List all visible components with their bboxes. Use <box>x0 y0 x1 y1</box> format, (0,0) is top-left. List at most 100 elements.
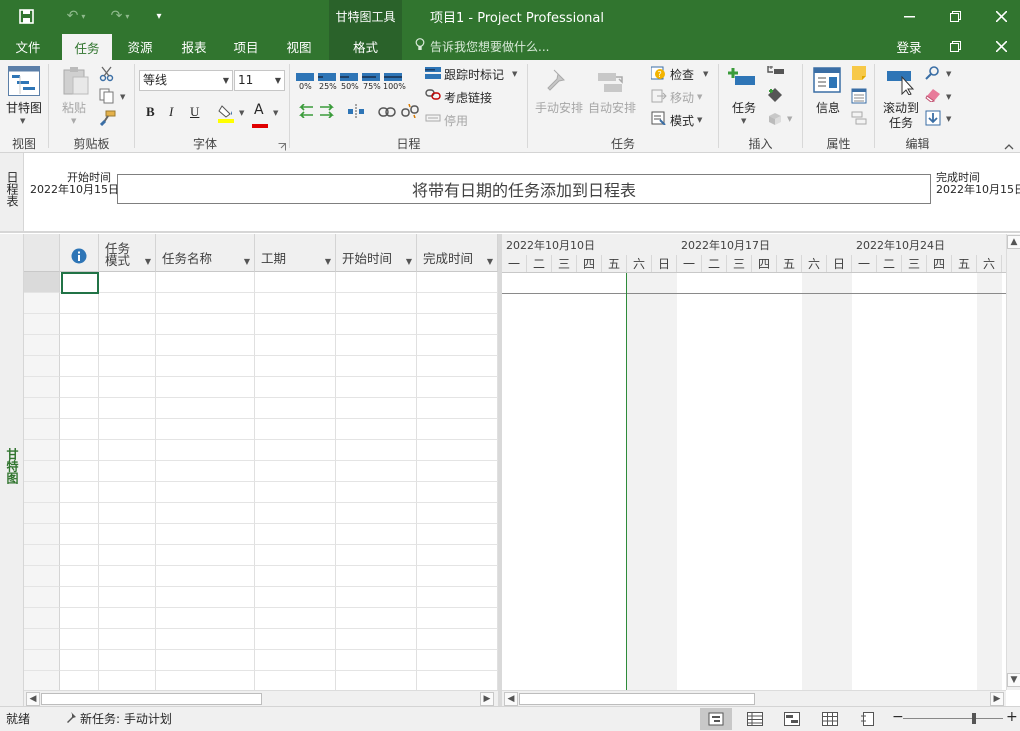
row-header[interactable] <box>24 419 60 440</box>
add-to-timeline-icon[interactable] <box>851 110 867 129</box>
table-cell[interactable] <box>156 671 255 690</box>
row-header[interactable] <box>24 482 60 503</box>
mode-button[interactable]: 模式 <box>670 112 694 129</box>
table-cell[interactable] <box>60 419 99 440</box>
fill-dropdown-icon[interactable]: ▼ <box>946 115 951 123</box>
scroll-down-icon[interactable]: ▼ <box>1007 673 1020 687</box>
row-header[interactable] <box>24 650 60 671</box>
select-all-corner[interactable] <box>24 234 60 272</box>
table-cell[interactable] <box>417 545 498 566</box>
customize-qat-icon[interactable]: ▾ <box>150 0 168 32</box>
table-cell[interactable] <box>417 566 498 587</box>
table-cell[interactable] <box>336 377 417 398</box>
table-cell[interactable] <box>99 566 156 587</box>
row-header[interactable] <box>24 608 60 629</box>
table-cell[interactable] <box>417 629 498 650</box>
table-cell[interactable] <box>99 608 156 629</box>
table-cell[interactable] <box>99 482 156 503</box>
table-cell[interactable] <box>99 440 156 461</box>
row-header[interactable] <box>24 566 60 587</box>
table-cell[interactable] <box>255 545 336 566</box>
column-header-task-name[interactable]: 任务名称 ▼ <box>156 234 255 272</box>
table-cell[interactable] <box>156 566 255 587</box>
underline-button[interactable]: U <box>190 104 199 120</box>
table-cell[interactable] <box>156 293 255 314</box>
table-cell[interactable] <box>99 650 156 671</box>
table-cell[interactable] <box>255 524 336 545</box>
row-header[interactable] <box>24 671 60 690</box>
table-cell[interactable] <box>156 377 255 398</box>
table-cell[interactable] <box>255 314 336 335</box>
table-cell[interactable] <box>99 545 156 566</box>
mark-on-track-dropdown-icon[interactable]: ▼ <box>512 70 517 78</box>
table-cell[interactable] <box>99 335 156 356</box>
task-information-button[interactable]: 信息 <box>816 99 840 116</box>
format-painter-icon[interactable] <box>99 110 116 129</box>
table-cell[interactable] <box>99 293 156 314</box>
inspect-icon[interactable]: ? <box>650 66 667 84</box>
view-task-usage-icon[interactable] <box>747 712 763 729</box>
row-header[interactable] <box>24 377 60 398</box>
manually-schedule-button[interactable]: 手动安排 <box>535 99 583 116</box>
table-cell[interactable] <box>60 398 99 419</box>
font-name-combo[interactable]: 等线 ▼ <box>139 70 233 91</box>
respect-links-icon[interactable] <box>425 88 441 105</box>
table-cell[interactable] <box>336 545 417 566</box>
table-cell[interactable] <box>255 272 336 293</box>
tab-resource[interactable]: 资源 <box>116 32 164 60</box>
inspect-dropdown-icon[interactable]: ▼ <box>703 70 708 78</box>
table-cell[interactable] <box>99 314 156 335</box>
scroll-to-task-button-line2[interactable]: 任务 <box>889 114 913 131</box>
table-cell[interactable] <box>255 335 336 356</box>
milestone-icon[interactable] <box>767 87 783 106</box>
bold-button[interactable]: B <box>146 104 155 120</box>
highlight-color-icon[interactable] <box>218 103 236 126</box>
table-cell[interactable] <box>60 461 99 482</box>
table-cell[interactable] <box>417 524 498 545</box>
chart-horizontal-scrollbar[interactable]: ◀ ▶ <box>502 690 1006 706</box>
table-cell[interactable] <box>417 503 498 524</box>
table-cell[interactable] <box>255 671 336 690</box>
link-tasks-icon[interactable] <box>378 106 396 120</box>
table-cell[interactable] <box>417 419 498 440</box>
auto-schedule-icon[interactable] <box>596 68 626 99</box>
table-cell[interactable] <box>417 272 498 293</box>
table-cell[interactable] <box>156 503 255 524</box>
mode-icon[interactable] <box>651 111 667 128</box>
table-cell[interactable] <box>156 272 255 293</box>
table-cell[interactable] <box>156 629 255 650</box>
table-cell[interactable] <box>336 293 417 314</box>
table-cell[interactable] <box>99 671 156 690</box>
table-cell[interactable] <box>255 587 336 608</box>
table-cell[interactable] <box>255 356 336 377</box>
paste-icon[interactable] <box>62 66 90 99</box>
table-cell[interactable] <box>417 587 498 608</box>
row-header[interactable] <box>24 503 60 524</box>
table-cell[interactable] <box>417 671 498 690</box>
notes-icon[interactable] <box>851 65 867 84</box>
chevron-down-icon[interactable]: ▼ <box>145 257 151 266</box>
indent-icon[interactable] <box>318 103 336 121</box>
table-cell[interactable] <box>417 398 498 419</box>
column-header-start[interactable]: 开始时间 ▼ <box>336 234 417 272</box>
zoom-slider-track[interactable] <box>903 718 1003 719</box>
chevron-down-icon[interactable]: ▼ <box>325 257 331 266</box>
table-cell[interactable] <box>255 503 336 524</box>
undo-icon[interactable]: ↶ ▾ <box>60 0 92 32</box>
table-cell[interactable] <box>336 314 417 335</box>
font-size-combo[interactable]: 11 ▼ <box>234 70 285 91</box>
table-cell[interactable] <box>255 461 336 482</box>
scroll-left-icon[interactable]: ◀ <box>26 692 40 706</box>
table-cell[interactable] <box>156 587 255 608</box>
move-dropdown-icon[interactable]: ▼ <box>697 93 702 101</box>
table-cell[interactable] <box>156 482 255 503</box>
italic-button[interactable]: I <box>169 104 173 120</box>
table-cell[interactable] <box>417 608 498 629</box>
view-team-planner-icon[interactable] <box>784 712 800 729</box>
scroll-to-task-icon[interactable] <box>886 67 916 98</box>
redo-icon[interactable]: ↷ ▾ <box>104 0 136 32</box>
insert-task-icon[interactable] <box>727 66 757 97</box>
table-cell[interactable] <box>99 629 156 650</box>
chevron-down-icon[interactable]: ▼ <box>406 257 412 266</box>
insert-task-button[interactable]: 任务 <box>732 99 756 116</box>
